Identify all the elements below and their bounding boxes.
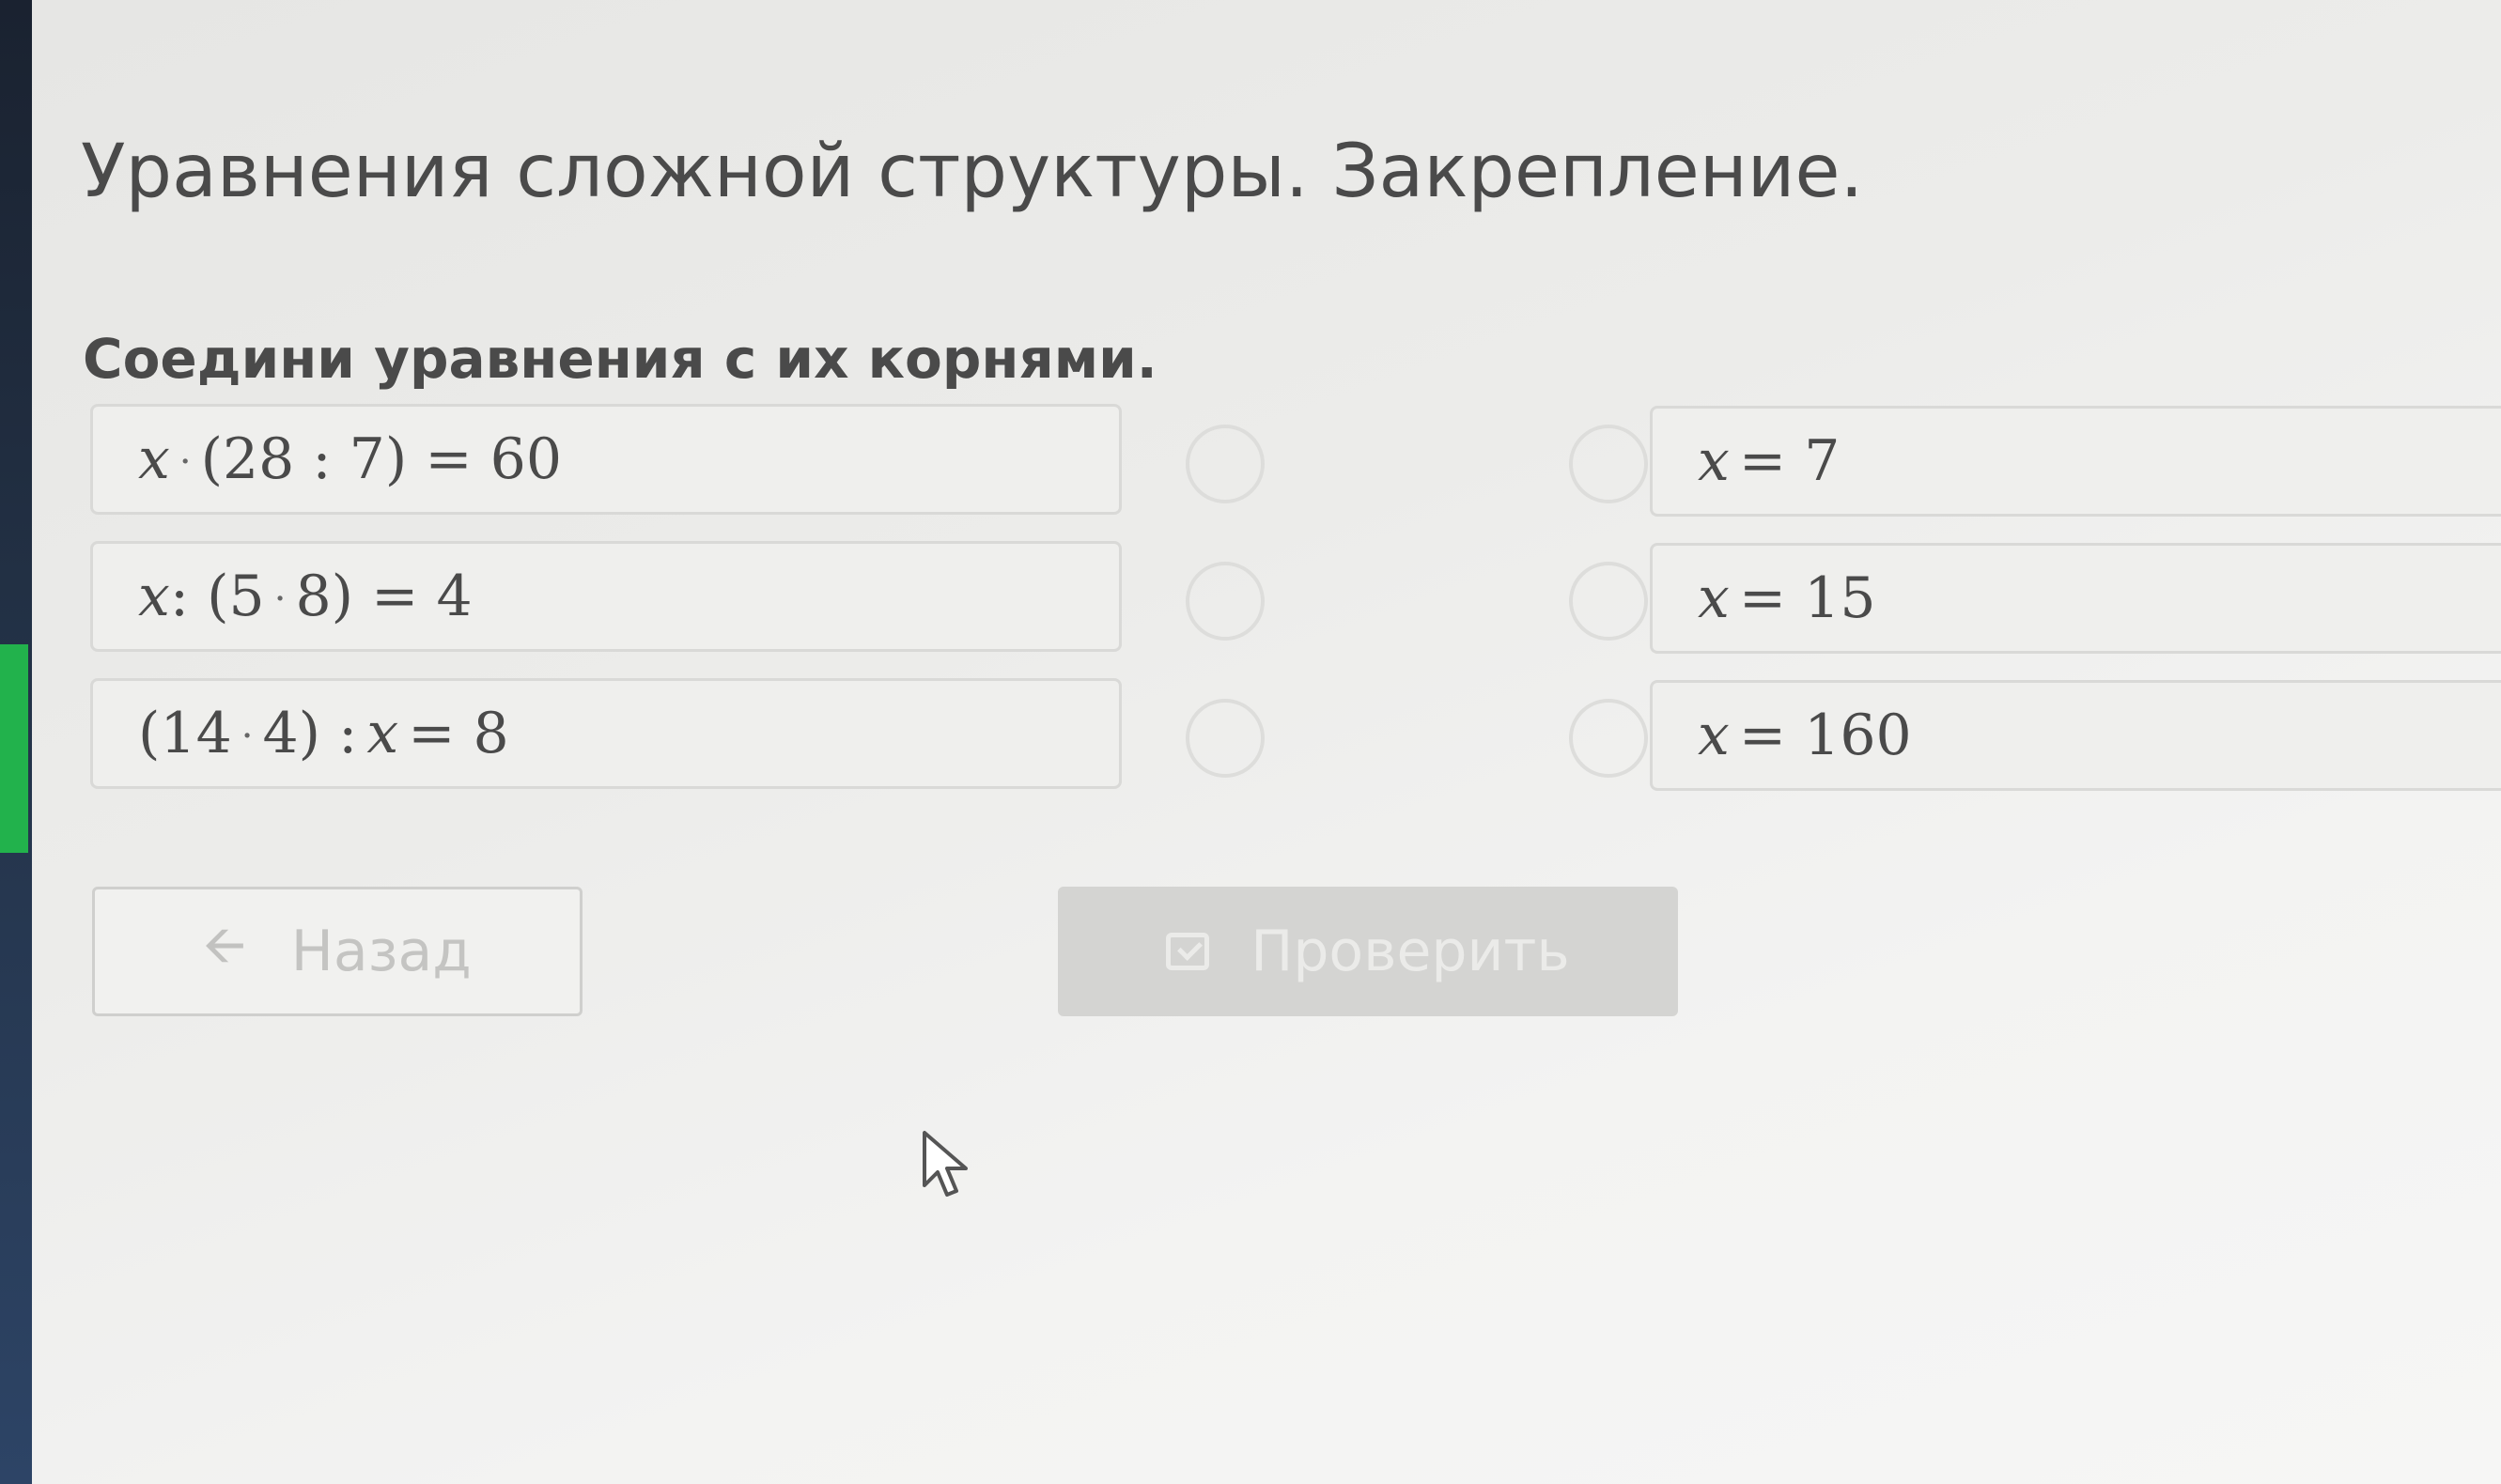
root-1-connector[interactable] [1569,425,1648,503]
task-instruction: Соедини уравнения с их корнями. [83,327,1157,391]
active-lesson-indicator [0,644,28,853]
equation-text: x: (5 · 8) = 4 [138,564,473,629]
mouse-cursor-icon [923,1131,968,1197]
exercise-page: Уравнения сложной структуры. Закрепление… [32,0,2501,1484]
check-square-icon [1166,933,1210,970]
equation-text: x · (28 : 7) = 60 [138,426,563,492]
root-card-2[interactable]: x = 15 [1650,543,2501,654]
back-button[interactable]: 🡨 Назад [92,887,583,1016]
check-button-label: Проверить [1250,919,1570,984]
root-text: x = 15 [1698,565,1876,631]
equation-card-1[interactable]: x · (28 : 7) = 60 [90,404,1122,515]
arrow-left-icon: 🡨 [203,914,246,976]
equation-card-2[interactable]: x: (5 · 8) = 4 [90,541,1122,652]
equation-text: (14 · 4) : x = 8 [138,701,509,766]
root-card-3[interactable]: x = 160 [1650,680,2501,791]
check-button[interactable]: Проверить [1058,887,1678,1016]
root-2-connector[interactable] [1569,562,1648,641]
root-card-1[interactable]: x = 7 [1650,406,2501,517]
root-text: x = 7 [1698,428,1841,494]
back-button-label: Назад [290,919,472,984]
page-title: Уравнения сложной структуры. Закрепление… [81,130,1864,214]
root-3-connector[interactable] [1569,699,1648,778]
equation-1-connector[interactable] [1186,425,1265,503]
equation-card-3[interactable]: (14 · 4) : x = 8 [90,678,1122,789]
equation-2-connector[interactable] [1186,562,1265,641]
equation-3-connector[interactable] [1186,699,1265,778]
root-text: x = 160 [1698,703,1912,768]
